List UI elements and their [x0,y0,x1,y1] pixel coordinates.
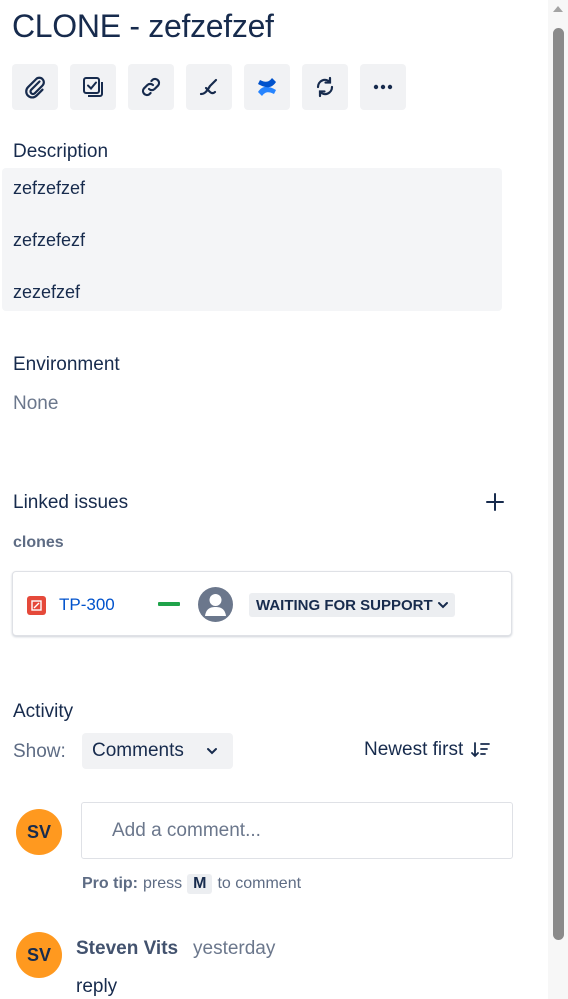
scroll-up-arrow-icon[interactable] [553,6,563,12]
keyboard-shortcut: M [187,874,213,894]
confluence-icon [258,78,276,96]
subtask-checkbox-icon [83,77,103,97]
avatar[interactable]: SV [16,932,62,978]
issue-toolbar [12,64,406,110]
description-line: zefzefzef [13,178,86,198]
chevron-down-icon [437,602,448,609]
pro-tip-label: Pro tip: [82,875,138,892]
status-label: WAITING FOR SUPPORT [256,596,433,614]
comment-body: reply [76,976,118,997]
description-heading: Description [13,141,109,162]
sort-order-button[interactable]: Newest first [364,739,491,761]
user-icon [205,594,226,616]
link-relation-label: clones [13,534,64,551]
description-field[interactable]: zefzefzef zefzefezf zezefzef [2,168,502,311]
issue-title[interactable]: CLONE - zefzefzef [12,8,274,45]
link-issue-button[interactable] [128,64,174,110]
pro-tip: Pro tip: press M to comment [82,874,301,894]
pro-tip-press: press [143,875,183,892]
create-branch-button[interactable] [186,64,232,110]
avatar: SV [16,809,62,855]
activity-heading: Activity [13,701,74,722]
add-linked-issue-button[interactable] [482,489,508,515]
pro-tip-suffix: to comment [217,875,302,892]
linked-issues-heading: Linked issues [13,492,129,513]
link-icon [141,77,161,97]
bug-type-icon [27,596,46,615]
description-line: zezefzef [13,282,81,302]
plus-icon [486,493,504,511]
filter-value: Comments [92,740,184,761]
sync-button[interactable] [302,64,348,110]
scrollbar-thumb[interactable] [553,28,564,940]
assignee-avatar[interactable] [198,587,233,622]
environment-heading: Environment [13,354,120,375]
bitbucket-branch-icon [199,78,218,96]
add-subtask-button[interactable] [70,64,116,110]
linked-issue-key[interactable]: TP-300 [59,595,115,615]
attachment-icon [25,76,45,99]
comment-author[interactable]: Steven Vits [76,938,178,960]
sync-icon [316,76,334,98]
more-actions-button[interactable] [360,64,406,110]
confluence-button[interactable] [244,64,290,110]
activity-filter-select[interactable]: Comments [82,733,233,769]
sort-descending-icon [471,742,491,758]
chevron-down-icon [206,748,217,755]
sort-label: Newest first [364,739,464,760]
more-icon [373,84,393,90]
show-label: Show: [13,741,66,762]
status-dropdown[interactable]: WAITING FOR SUPPORT [249,593,455,617]
comment-input[interactable]: Add a comment... [81,802,513,859]
comment-timestamp[interactable]: yesterday [193,938,275,960]
linked-issue-card[interactable]: TP-300 WAITING FOR SUPPORT [12,571,512,636]
description-line: zefzefezf [13,230,86,250]
attach-button[interactable] [12,64,58,110]
priority-medium-icon [158,602,180,606]
environment-value[interactable]: None [13,393,58,415]
